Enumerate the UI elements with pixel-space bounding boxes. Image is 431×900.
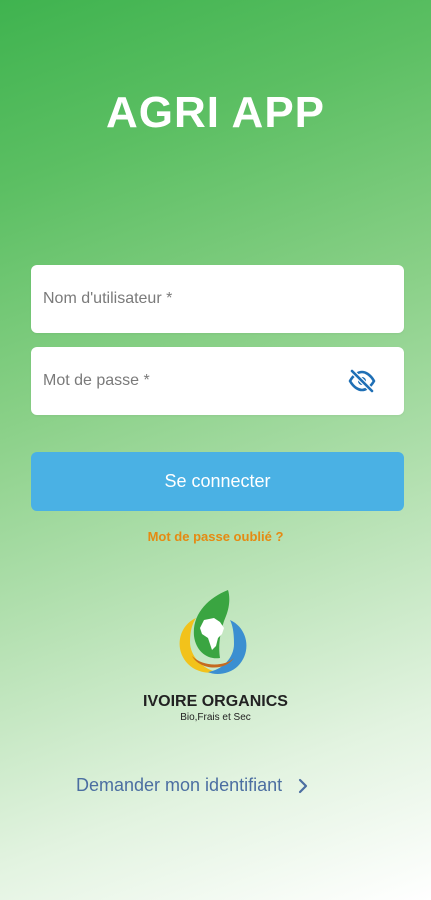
login-button[interactable]: Se connecter [31, 452, 404, 511]
username-input[interactable] [43, 265, 343, 333]
request-identifier-label: Demander mon identifiant [76, 775, 283, 795]
login-screen: AGRI APP Se connecter Mot de passe oubli… [0, 0, 431, 900]
africa-leaf-logo [179, 590, 247, 674]
chevron-right-icon [299, 778, 308, 793]
username-field[interactable] [31, 265, 404, 333]
eye-off-icon[interactable] [348, 369, 376, 393]
password-input[interactable] [43, 347, 343, 415]
request-identifier-link[interactable]: Demander mon identifiant [76, 775, 310, 796]
password-field[interactable] [31, 347, 404, 415]
forgot-password-link[interactable]: Mot de passe oublié ? [0, 529, 431, 544]
brand-tagline: Bio,Frais et Sec [180, 712, 251, 723]
brand-name: IVOIRE ORGANICS [143, 693, 288, 710]
app-title: AGRI APP [105, 88, 326, 137]
